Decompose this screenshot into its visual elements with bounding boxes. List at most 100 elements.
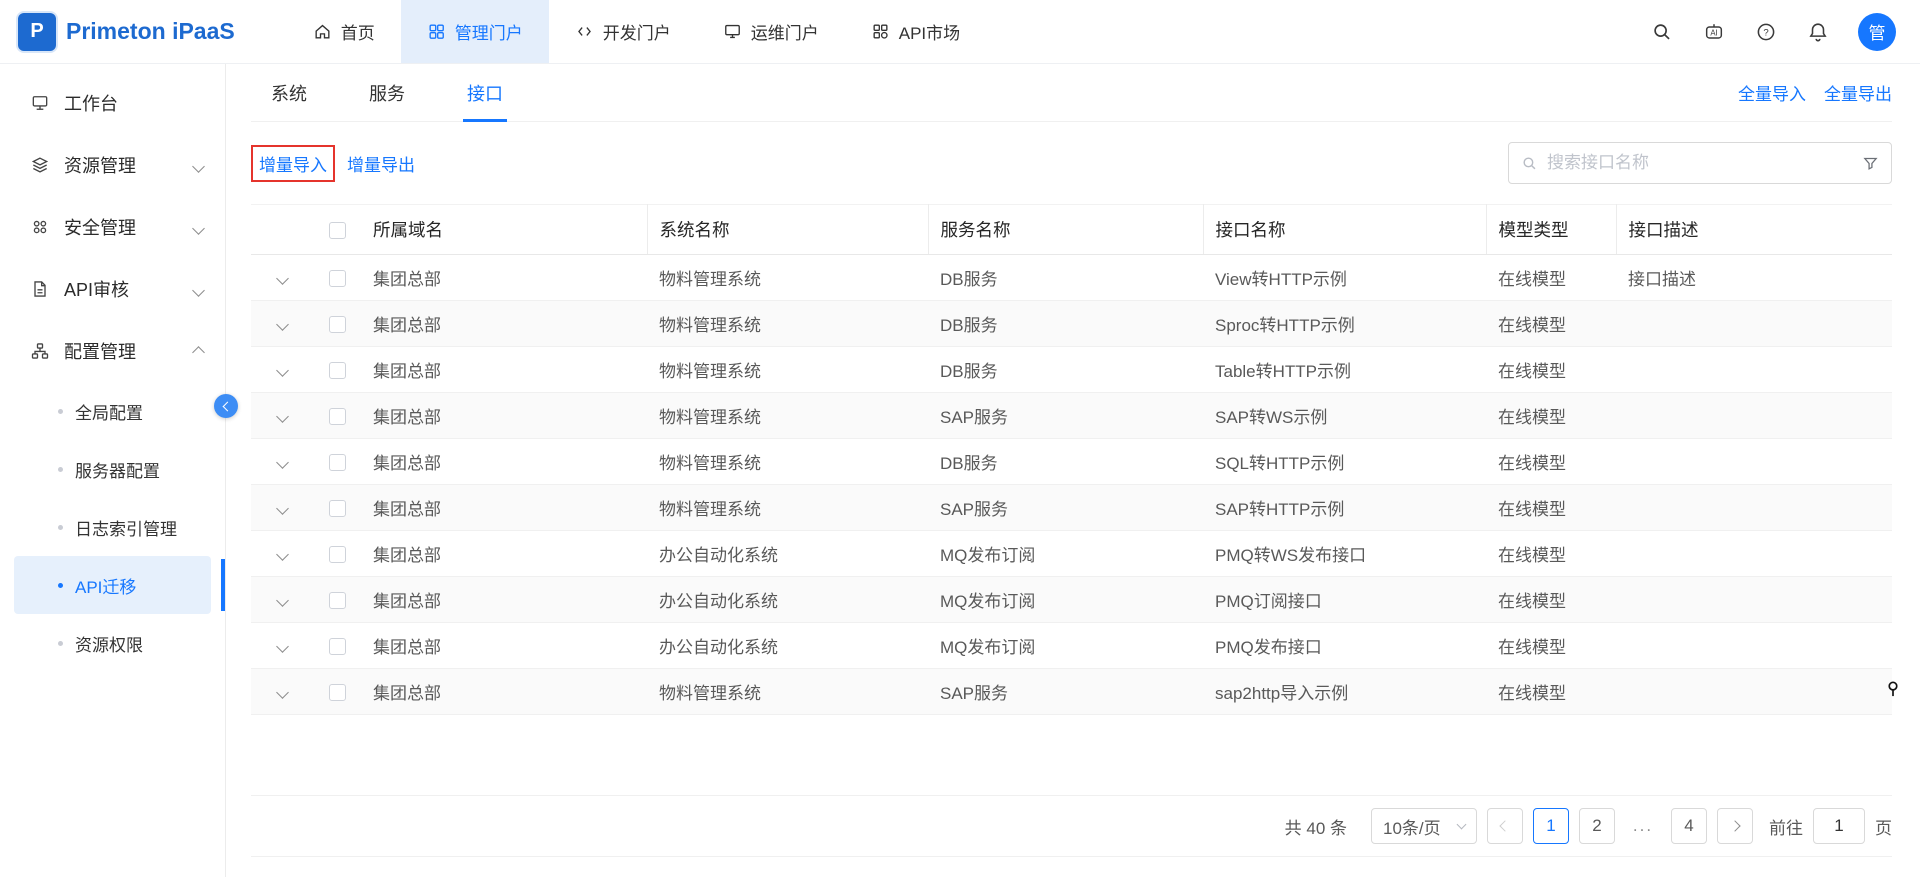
cell-interface: PMQ转WS发布接口: [1203, 531, 1486, 577]
bullet-icon: [58, 525, 63, 530]
tab-service[interactable]: 服务: [365, 64, 409, 121]
page-button-1[interactable]: 1: [1533, 808, 1569, 844]
bullet-icon: [58, 583, 63, 588]
chevron-up-icon: [194, 341, 203, 362]
row-checkbox[interactable]: [329, 592, 346, 609]
dev-portal-icon: [575, 22, 594, 41]
cell-domain: 集团总部: [361, 577, 647, 623]
cell-domain: 集团总部: [361, 669, 647, 715]
row-expand-icon[interactable]: [276, 686, 289, 699]
row-checkbox[interactable]: [329, 316, 346, 333]
row-expand-cell: [251, 439, 313, 485]
row-checkbox[interactable]: [329, 546, 346, 563]
row-checkbox[interactable]: [329, 500, 346, 517]
sidebar-collapse-button[interactable]: [214, 394, 238, 418]
row-expand-icon[interactable]: [276, 502, 289, 515]
chevron-down-icon: [1457, 820, 1467, 830]
incremental-import-link[interactable]: 增量导入: [259, 156, 327, 175]
search-input[interactable]: [1547, 153, 1853, 173]
sidebar-subitem-server-config[interactable]: 服务器配置: [14, 440, 211, 498]
table-row: 集团总部物料管理系统DB服务Sproc转HTTP示例在线模型: [251, 301, 1892, 347]
api-review-icon: [30, 279, 50, 299]
full-import-link[interactable]: 全量导入: [1738, 80, 1806, 105]
prev-page-button[interactable]: [1487, 808, 1523, 844]
sidebar-item-workbench[interactable]: 工作台: [0, 72, 225, 134]
table-body: 集团总部物料管理系统DB服务View转HTTP示例在线模型接口描述集团总部物料管…: [251, 255, 1892, 715]
cell-system: 物料管理系统: [647, 439, 928, 485]
row-expand-icon[interactable]: [276, 364, 289, 377]
cell-interface: PMQ发布接口: [1203, 623, 1486, 669]
sidebar-subitem-resource-permission[interactable]: 资源权限: [14, 614, 211, 672]
cell-model-type: 在线模型: [1486, 439, 1616, 485]
row-expand-icon[interactable]: [276, 548, 289, 561]
nav-item-label: 运维门户: [751, 19, 819, 44]
row-checkbox[interactable]: [329, 638, 346, 655]
row-expand-icon[interactable]: [276, 410, 289, 423]
admin-portal-icon: [427, 22, 446, 41]
cell-domain: 集团总部: [361, 301, 647, 347]
cell-description: [1616, 301, 1892, 347]
row-expand-icon[interactable]: [276, 318, 289, 331]
row-checkbox-cell: [313, 577, 361, 623]
next-page-button[interactable]: [1717, 808, 1753, 844]
help-icon[interactable]: ?: [1754, 20, 1778, 44]
row-checkbox[interactable]: [329, 454, 346, 471]
row-checkbox-cell: [313, 255, 361, 301]
page-button-4[interactable]: 4: [1671, 808, 1707, 844]
row-expand-icon[interactable]: [276, 272, 289, 285]
cell-interface: SAP转HTTP示例: [1203, 485, 1486, 531]
row-expand-icon[interactable]: [276, 456, 289, 469]
row-checkbox[interactable]: [329, 408, 346, 425]
interface-table: 所属域名 系统名称 服务名称 接口名称 模型类型 接口描述 集团总部物料管理系统…: [251, 204, 1892, 715]
sidebar-subitem-log-index-mgmt[interactable]: 日志索引管理: [14, 498, 211, 556]
avatar[interactable]: 管: [1858, 13, 1896, 51]
sidebar-item-label: 资源管理: [64, 152, 136, 178]
page-size-value: 10条/页: [1383, 814, 1441, 839]
row-expand-cell: [251, 577, 313, 623]
row-expand-icon[interactable]: [276, 594, 289, 607]
tab-system[interactable]: 系统: [267, 64, 311, 121]
goto-page-input[interactable]: [1813, 808, 1865, 844]
nav-item-admin-portal[interactable]: 管理门户: [401, 0, 549, 63]
nav-item-dev-portal[interactable]: 开发门户: [549, 0, 697, 63]
bullet-icon: [58, 467, 63, 472]
sidebar-item-config-mgmt[interactable]: 配置管理: [0, 320, 225, 382]
home-icon: [313, 22, 332, 41]
sidebar-item-label: 配置管理: [64, 338, 136, 364]
sidebar-item-security-mgmt[interactable]: 安全管理: [0, 196, 225, 258]
page-ellipsis[interactable]: ...: [1625, 808, 1661, 844]
ai-assistant-icon[interactable]: AI: [1702, 20, 1726, 44]
sidebar-item-resource-mgmt[interactable]: 资源管理: [0, 134, 225, 196]
row-checkbox[interactable]: [329, 684, 346, 701]
row-checkbox[interactable]: [329, 270, 346, 287]
row-expand-icon[interactable]: [276, 640, 289, 653]
nav-item-ops-portal[interactable]: 运维门户: [697, 0, 845, 63]
sidebar-subitem-global-config[interactable]: 全局配置: [14, 382, 211, 440]
pin-icon[interactable]: [1880, 676, 1906, 702]
highlight-box: 增量导入: [251, 145, 335, 182]
sidebar-item-api-review[interactable]: API审核: [0, 258, 225, 320]
search-icon[interactable]: [1650, 20, 1674, 44]
row-checkbox[interactable]: [329, 362, 346, 379]
filter-icon[interactable]: [1862, 155, 1879, 172]
nav-item-api-market[interactable]: API市场: [845, 0, 986, 63]
sidebar-subitem-api-migration[interactable]: API迁移: [14, 556, 211, 614]
page-size-select[interactable]: 10条/页: [1371, 808, 1477, 844]
cell-service: DB服务: [928, 255, 1203, 301]
nav-item-label: 首页: [341, 19, 375, 44]
nav-item-home[interactable]: 首页: [287, 0, 401, 63]
search-box: [1508, 142, 1892, 184]
page-button-2[interactable]: 2: [1579, 808, 1615, 844]
select-all-checkbox[interactable]: [329, 222, 346, 239]
table-row: 集团总部办公自动化系统MQ发布订阅PMQ订阅接口在线模型: [251, 577, 1892, 623]
full-export-link[interactable]: 全量导出: [1824, 80, 1892, 105]
nav-item-label: 管理门户: [455, 19, 523, 44]
row-expand-cell: [251, 623, 313, 669]
row-checkbox-cell: [313, 393, 361, 439]
row-checkbox-cell: [313, 669, 361, 715]
tab-interface[interactable]: 接口: [463, 64, 507, 121]
cell-model-type: 在线模型: [1486, 393, 1616, 439]
incremental-export-link[interactable]: 增量导出: [347, 151, 415, 176]
bell-icon[interactable]: [1806, 20, 1830, 44]
cell-domain: 集团总部: [361, 347, 647, 393]
